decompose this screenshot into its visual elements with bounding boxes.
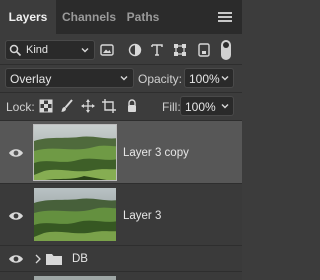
type-icon[interactable] — [149, 42, 165, 58]
brush-icon[interactable] — [59, 98, 75, 114]
shape-icon[interactable] — [172, 42, 188, 58]
blend-mode-select[interactable]: Overlay — [5, 68, 134, 88]
layer-filter-row: Kind — [0, 34, 242, 64]
eye-icon[interactable] — [8, 210, 24, 222]
layer-thumbnail — [33, 275, 117, 280]
filter-kind-select[interactable]: Kind — [5, 40, 95, 60]
chevron-down-icon — [120, 76, 128, 81]
eye-icon[interactable] — [8, 253, 24, 265]
image-icon[interactable] — [99, 42, 115, 58]
fill-value: 100% — [185, 100, 216, 114]
blend-mode-value: Overlay — [10, 72, 52, 86]
layer-row[interactable]: Layer 3 copy — [0, 121, 242, 184]
checkerboard-icon[interactable] — [38, 98, 54, 114]
adjustment-icon[interactable] — [127, 42, 143, 58]
smart-object-icon[interactable] — [196, 42, 212, 58]
layer-name[interactable]: Layer 3 — [123, 210, 161, 222]
chevron-down-icon — [81, 48, 89, 53]
panel-menu-icon[interactable] — [218, 12, 232, 22]
opacity-field[interactable]: 100% — [184, 68, 234, 88]
fill-field[interactable]: 100% — [180, 96, 234, 116]
chevron-down-icon — [221, 76, 229, 81]
layers-list: Layer 3 copy Layer 3 DB — [0, 121, 242, 280]
layer-group-name[interactable]: DB — [72, 253, 88, 265]
blend-row: Overlay Opacity: 100% — [0, 65, 242, 91]
layer-thumbnail[interactable] — [33, 187, 117, 242]
panel-tabs: Layers Channels Paths — [0, 0, 242, 34]
move-icon[interactable] — [80, 98, 96, 114]
fill-label: Fill: — [162, 100, 181, 114]
folder-icon — [46, 254, 62, 265]
artboard-icon[interactable] — [101, 98, 117, 114]
chevron-down-icon — [221, 104, 229, 109]
lock-label: Lock: — [6, 100, 35, 114]
layer-thumbnail[interactable] — [33, 124, 117, 181]
tab-channels[interactable]: Channels — [56, 0, 122, 34]
search-icon — [9, 44, 22, 57]
lock-icon[interactable] — [124, 98, 140, 114]
layer-group-row[interactable]: DB — [0, 246, 242, 272]
chevron-right-icon[interactable] — [34, 253, 42, 265]
opacity-label: Opacity: — [138, 72, 183, 86]
tab-paths[interactable]: Paths — [122, 0, 164, 34]
opacity-value: 100% — [189, 72, 220, 86]
tab-layers[interactable]: Layers — [0, 0, 56, 34]
layer-row[interactable]: Layer 3 — [0, 184, 242, 246]
filter-kind-label: Kind — [26, 44, 49, 56]
filter-toggle[interactable] — [221, 40, 231, 60]
layer-row-partial — [0, 272, 242, 280]
layer-name[interactable]: Layer 3 copy — [123, 147, 189, 159]
eye-icon[interactable] — [8, 147, 24, 159]
lock-row: Lock: Fill: 100% — [0, 93, 242, 119]
